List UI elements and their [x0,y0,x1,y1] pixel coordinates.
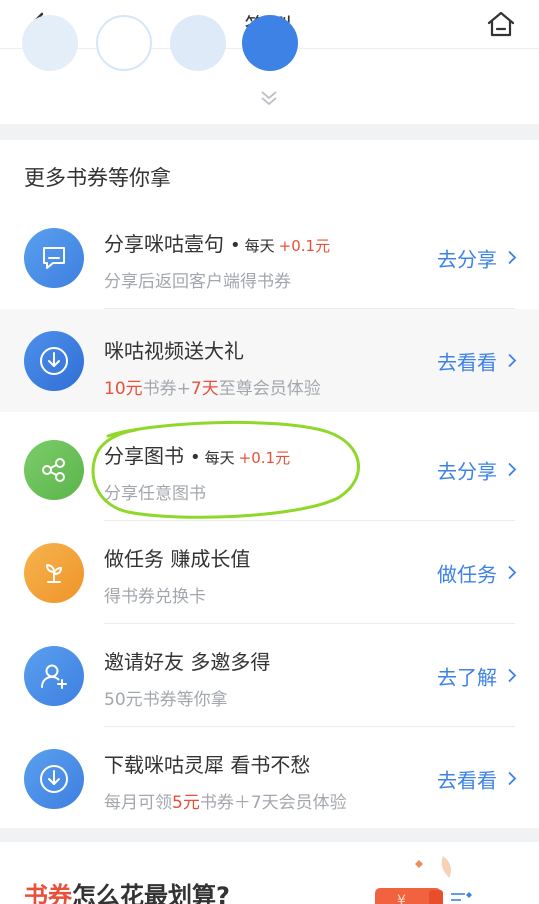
highlight-annotation [91,420,360,519]
task-row-migu-video[interactable]: 咪咕视频送大礼 10元书券+7天至尊会员体验 去看看 [0,309,539,412]
download-icon [24,330,84,391]
day-circle [96,15,152,71]
title-rest: 怎么花最划算? [72,882,230,904]
action-label: 去分享 [437,247,497,271]
share-nodes-icon [24,439,84,500]
subtitle-part: 书券+ [142,379,191,399]
task-text: 咪咕视频送大礼 10元书券+7天至尊会员体验 [104,335,321,399]
action-label: 去分享 [437,459,497,483]
more-coupons-section: 更多书券等你拿 分享咪咕壹句 • 每天 +0.1元 分享后返回客户端得书券 去分享 [0,140,539,828]
task-row-share-quote[interactable]: 分享咪咕壹句 • 每天 +0.1元 分享后返回客户端得书券 去分享 [0,206,539,309]
subtitle-part: 书券＋7天会员体验 [199,793,347,813]
coupon-symbol: ¥ [397,893,406,904]
day-circle [22,15,78,71]
task-row-invite[interactable]: 邀请好友 多邀多得 50元书券等你拿 去了解 [0,624,539,727]
chevron-right-icon [508,353,517,368]
task-subtitle: 10元书券+7天至尊会员体验 [104,374,321,399]
coupon-illustration: ¥ [375,856,472,904]
home-icon[interactable] [485,8,517,40]
download-icon [24,748,84,809]
task-row-download-lingxi[interactable]: 下载咪咕灵犀 看书不愁 每月可领5元书券＋7天会员体验 去看看 [0,727,539,830]
add-user-icon [24,645,84,706]
view-lingxi-button[interactable]: 去看看 [437,764,517,793]
task-title: 下载咪咕灵犀 看书不愁 [104,753,311,777]
chevron-right-icon [508,771,517,786]
chat-bubble-icon [24,227,84,288]
learn-invite-button[interactable]: 去了解 [437,661,517,690]
task-title: 分享咪咕壹句 [104,232,224,256]
sign-in-days-strip [0,15,539,124]
share-book-button[interactable]: 去分享 [437,455,517,484]
task-text: 分享咪咕壹句 • 每天 +0.1元 分享后返回客户端得书券 [104,228,330,292]
chevron-right-icon [508,462,517,477]
task-text: 做任务 赚成长值 得书券兑换卡 [104,543,250,607]
section-gap [0,828,539,842]
sprout-icon [24,542,84,603]
chevron-right-icon [508,250,517,265]
action-label: 去看看 [437,350,497,374]
vip-days: 7天 [190,379,219,399]
chevron-right-icon [508,668,517,683]
reward-amount: +0.1元 [278,237,331,255]
task-subtitle: 得书券兑换卡 [104,587,206,607]
view-migu-video-button[interactable]: 去看看 [437,346,517,375]
task-title: 做任务 赚成长值 [104,547,251,571]
chevron-right-icon [508,565,517,580]
coupon-amount: 10元 [104,379,143,399]
section-gap [0,124,539,140]
task-text: 下载咪咕灵犀 看书不愁 每月可领5元书券＋7天会员体验 [104,749,347,813]
day-circle-current [242,15,298,71]
task-title: 邀请好友 多邀多得 [104,650,271,674]
task-title-line: 分享咪咕壹句 • 每天 +0.1元 [104,228,330,257]
separator-dot: • [230,235,241,256]
sign-in-page: 签到 更多书券等你拿 分享咪咕壹句 [0,0,539,904]
task-title: 咪咕视频送大礼 [104,339,244,363]
action-label: 去看看 [437,768,497,792]
title-highlight: 书券 [24,882,72,904]
task-subtitle: 每月可领5元书券＋7天会员体验 [104,788,347,813]
subtitle-part: 每月可领 [104,793,172,813]
coupon-tips-card[interactable]: 书券怎么花最划算? ¥ [0,842,539,904]
action-label: 去了解 [437,665,497,689]
task-row-tasks[interactable]: 做任务 赚成长值 得书券兑换卡 做任务 [0,521,539,624]
share-quote-button[interactable]: 去分享 [437,243,517,272]
action-label: 做任务 [437,562,497,586]
do-tasks-button[interactable]: 做任务 [437,558,517,587]
coupon-tips-title: 书券怎么花最划算? [24,876,230,904]
task-subtitle: 50元书券等你拿 [104,690,228,710]
task-subtitle: 分享后返回客户端得书券 [104,272,291,292]
coupon-amount: 5元 [172,793,200,813]
section-title: 更多书券等你拿 [24,166,171,190]
day-circle [170,15,226,71]
subtitle-part: 至尊会员体验 [218,379,321,399]
chevron-double-down-icon[interactable] [258,87,280,109]
daily-label: 每天 [244,237,275,255]
task-text: 邀请好友 多邀多得 50元书券等你拿 [104,646,270,710]
